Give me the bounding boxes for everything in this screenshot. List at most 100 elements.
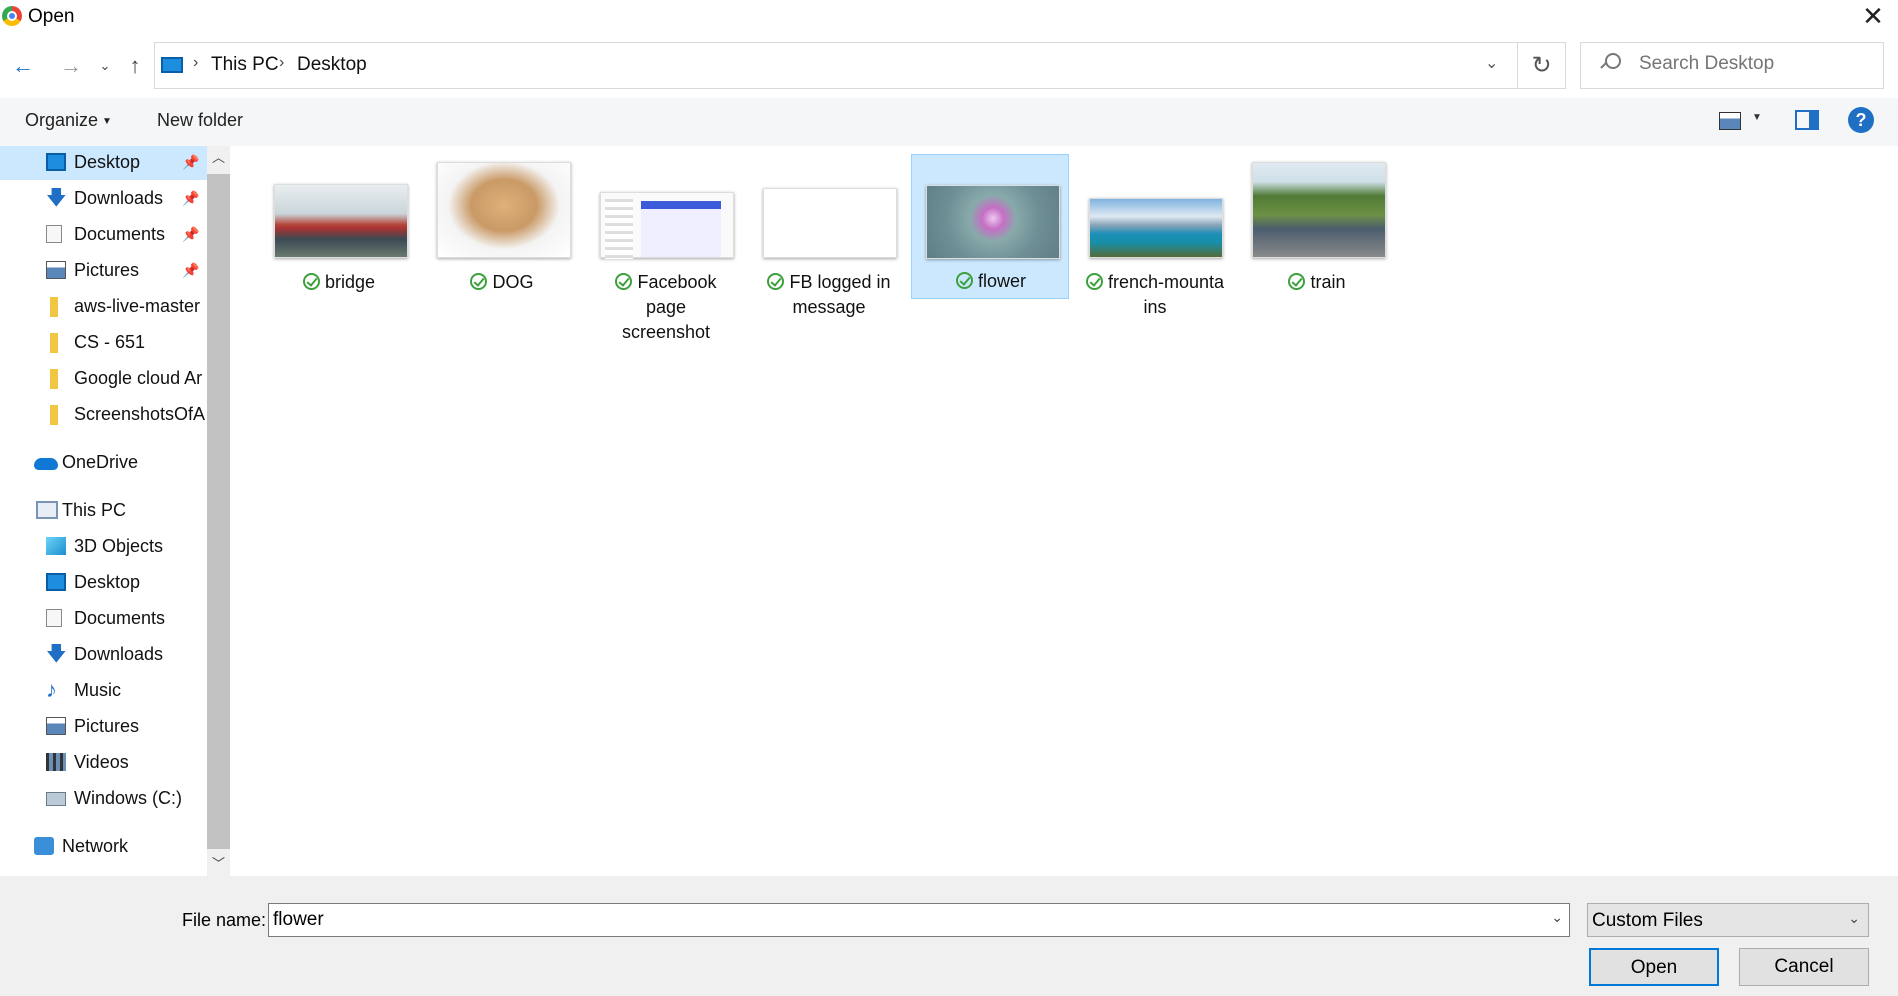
sidebar-item-this-pc[interactable]: This PC [0, 494, 207, 528]
sidebar-item-pictures[interactable]: Pictures [0, 710, 207, 744]
sidebar-item-screenshots[interactable]: ScreenshotsOfAp [0, 398, 207, 432]
sidebar-item-label: Pictures [74, 716, 140, 736]
sync-check-icon [615, 273, 633, 290]
sidebar-item-pictures-quick[interactable]: Pictures 📌 [0, 254, 207, 288]
sidebar-item-label: Videos [74, 752, 129, 772]
pin-icon: 📌 [182, 190, 200, 206]
file-item-facebook-page-screenshot[interactable]: Facebook page screenshot [586, 154, 744, 364]
sidebar-item-music[interactable]: ♪ Music [0, 674, 207, 708]
address-dropdown-button[interactable]: ⌄ [1485, 53, 1498, 73]
sync-check-icon [1288, 273, 1306, 290]
scroll-down-icon[interactable]: ﹀ [207, 852, 230, 876]
breadcrumb-this-pc[interactable]: This PC [211, 54, 279, 76]
preview-pane-icon[interactable] [1795, 110, 1819, 130]
file-name-label: flower [912, 269, 1070, 294]
file-name-label: train [1238, 270, 1396, 295]
breadcrumb-separator[interactable]: › [193, 54, 198, 72]
sidebar-item-documents-quick[interactable]: Documents 📌 [0, 218, 207, 252]
sidebar-item-aws-live-master[interactable]: aws-live-master [0, 290, 207, 324]
sync-check-icon [955, 272, 973, 289]
file-item-flower[interactable]: flower [911, 154, 1069, 299]
sidebar-item-documents[interactable]: Documents [0, 602, 207, 636]
file-name-text: flower [977, 271, 1026, 291]
sidebar-item-downloads[interactable]: 🡇 Downloads [0, 638, 207, 672]
file-item-dog[interactable]: DOG [423, 154, 581, 364]
network-icon [34, 837, 54, 855]
file-name-label: DOG [423, 270, 581, 295]
sidebar-scrollbar[interactable]: ︿ ﹀ [207, 146, 230, 876]
sidebar-item-desktop[interactable]: Desktop [0, 566, 207, 600]
file-item-fb-logged-in-message[interactable]: FB logged in message [749, 154, 907, 364]
open-button[interactable]: Open [1589, 948, 1719, 986]
sidebar-item-label: Music [74, 680, 122, 700]
sidebar-item-label: aws-live-master [74, 296, 201, 316]
file-thumbnail [763, 188, 897, 258]
close-button[interactable]: ✕ [1858, 2, 1888, 32]
back-button[interactable]: ← [10, 52, 36, 80]
file-item-train[interactable]: train [1238, 154, 1396, 364]
address-bar[interactable]: › This PC › Desktop ⌄ [154, 42, 1518, 89]
sidebar-item-downloads-quick[interactable]: 🡇 Downloads 📌 [0, 182, 207, 216]
sidebar-item-label: Google cloud Ar [74, 368, 203, 388]
chevron-down-icon[interactable]: ⌄ [1551, 909, 1563, 926]
documents-icon [46, 609, 62, 627]
change-view-icon[interactable] [1719, 112, 1741, 130]
sidebar-item-label: CS - 651 [74, 332, 146, 352]
file-name-text: DOG [492, 272, 534, 292]
up-button[interactable]: ↑ [122, 52, 148, 80]
sidebar-item-label: ScreenshotsOfAp [74, 404, 206, 424]
scroll-up-icon[interactable]: ︿ [207, 146, 230, 170]
file-name-input[interactable] [273, 909, 1533, 931]
folder-icon [50, 333, 58, 353]
sidebar-item-label: Documents [74, 608, 166, 628]
cancel-button[interactable]: Cancel [1739, 948, 1869, 986]
file-name-label: french-mountains [1085, 270, 1225, 320]
sidebar-item-google-cloud[interactable]: Google cloud Ar [0, 362, 207, 396]
file-name-label: FB logged in message [761, 270, 897, 320]
desktop-icon [46, 153, 66, 171]
documents-icon [46, 225, 62, 243]
file-name-label: Facebook page screenshot [600, 270, 732, 345]
file-thumbnail [926, 185, 1060, 259]
chevron-down-icon: ⌄ [1848, 910, 1860, 926]
dialog-footer: File name: ⌄ Custom Files ⌄ Open Cancel [0, 876, 1898, 996]
sidebar-item-label: Windows (C:) [74, 788, 183, 808]
recent-locations-button[interactable]: ⌄ [92, 52, 118, 80]
dialog-title: Open [28, 6, 75, 27]
file-item-french-mountains[interactable]: french-mountains [1075, 154, 1233, 364]
file-name-combobox[interactable]: ⌄ [268, 903, 1570, 937]
sidebar-item-onedrive[interactable]: OneDrive [0, 446, 207, 480]
new-folder-button[interactable]: New folder [157, 110, 243, 131]
command-bar: Organize ▼ New folder ▼ ? [0, 98, 1898, 146]
drive-icon [46, 792, 66, 806]
sidebar-item-desktop-quick[interactable]: Desktop 📌 [0, 146, 207, 180]
file-thumbnail [600, 192, 734, 259]
refresh-button[interactable]: ↻ [1518, 42, 1566, 89]
help-icon[interactable]: ? [1848, 107, 1874, 133]
search-input[interactable] [1639, 53, 1879, 75]
sidebar-item-network[interactable]: Network [0, 830, 207, 864]
sidebar-item-label: Pictures [74, 260, 140, 280]
desktop-icon [46, 573, 66, 591]
file-name-text: bridge [324, 272, 376, 292]
forward-button[interactable]: → [58, 52, 84, 80]
file-name-label: File name: [182, 910, 267, 930]
sidebar-item-videos[interactable]: Videos [0, 746, 207, 780]
file-item-bridge[interactable]: bridge [260, 154, 418, 364]
scrollbar-thumb[interactable] [207, 174, 230, 849]
breadcrumb-desktop[interactable]: Desktop [297, 54, 367, 76]
file-type-select[interactable]: Custom Files ⌄ [1587, 903, 1869, 937]
sidebar-item-windows-c[interactable]: Windows (C:) [0, 782, 207, 816]
file-name-text: french-mountains [1107, 272, 1225, 317]
sync-check-icon [767, 273, 785, 290]
organize-button[interactable]: Organize ▼ [25, 110, 112, 131]
onedrive-icon [34, 458, 58, 470]
music-icon: ♪ [46, 677, 57, 702]
breadcrumb-separator[interactable]: › [279, 54, 284, 72]
file-thumbnail [274, 184, 408, 258]
sidebar-item-cs-651[interactable]: CS - 651 [0, 326, 207, 360]
search-box[interactable] [1580, 42, 1884, 89]
view-options-caret-icon[interactable]: ▼ [1752, 112, 1762, 123]
navigation-pane: Desktop 📌 🡇 Downloads 📌 Documents 📌 Pict… [0, 146, 207, 876]
sidebar-item-3d-objects[interactable]: 3D Objects [0, 530, 207, 564]
